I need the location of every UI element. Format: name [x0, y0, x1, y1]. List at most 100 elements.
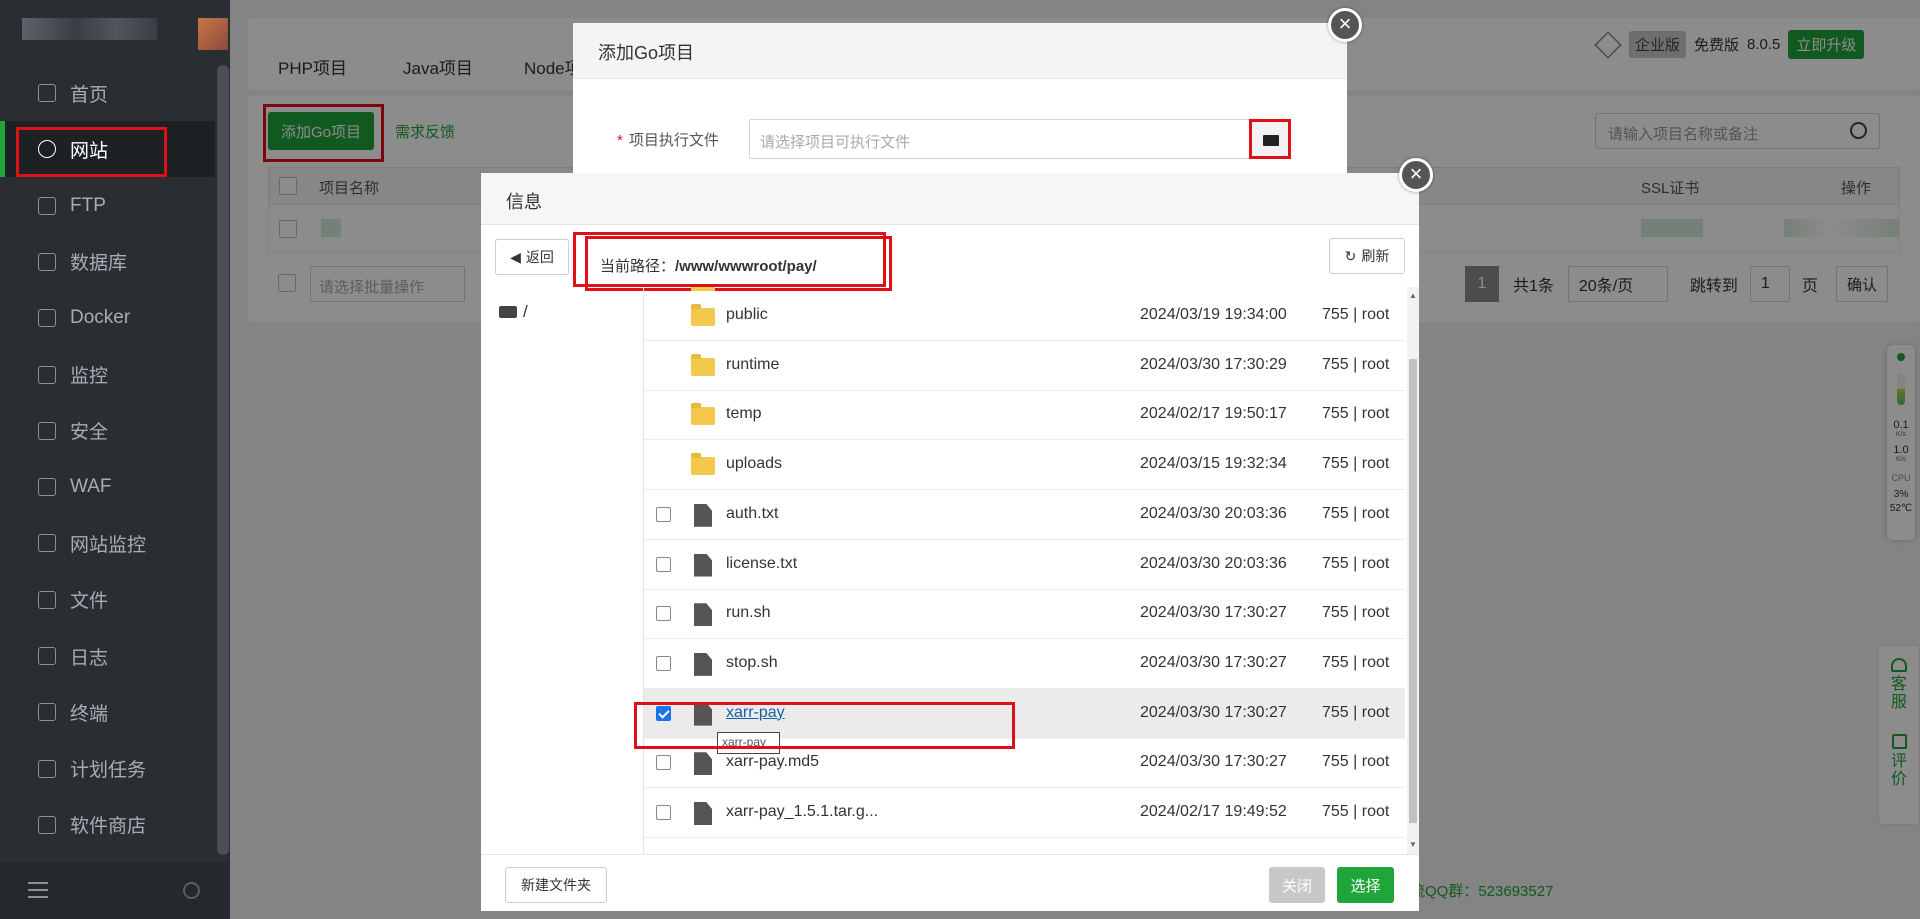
- sidebar-item-label: 网站监控: [70, 534, 147, 556]
- refresh-button[interactable]: ↻ 刷新: [1329, 238, 1405, 274]
- file-row[interactable]: temp 2024/02/17 19:50:17 755 | root: [644, 390, 1405, 441]
- terminal-icon: [38, 703, 56, 722]
- exec-file-placeholder: 请选择项目可执行文件: [760, 134, 911, 151]
- log-icon: [38, 647, 56, 665]
- highlight-selected-file: [634, 702, 1015, 749]
- browse-folder-button[interactable]: [1249, 119, 1291, 159]
- sidebar-item[interactable]: 数据库: [0, 234, 215, 290]
- folder-icon: [691, 403, 715, 426]
- file-row[interactable]: uploads 2024/03/15 19:32:34 755 | root: [644, 440, 1405, 491]
- close-add-dialog-icon[interactable]: ×: [1328, 8, 1362, 42]
- docker-icon: [38, 309, 56, 328]
- back-arrow-icon: ◀: [510, 248, 521, 265]
- file-list-scrollbar[interactable]: ▲ ▼: [1407, 287, 1419, 854]
- drive-icon: [499, 306, 517, 318]
- folder-icon: [38, 590, 56, 609]
- sidebar-item[interactable]: 软件商店: [0, 797, 215, 853]
- refresh-icon: ↻: [1344, 247, 1357, 264]
- file-date: 2024/02/17 19:49:52: [1140, 803, 1287, 820]
- sidebar-item-label: 日志: [70, 647, 109, 669]
- file-row[interactable]: runtime 2024/03/30 17:30:29 755 | root: [644, 341, 1405, 391]
- sidebar-item[interactable]: WAF: [0, 459, 215, 515]
- exec-file-input[interactable]: 请选择项目可执行文件: [749, 119, 1279, 159]
- scroll-down-icon[interactable]: ▼: [1409, 840, 1417, 849]
- logo: [0, 0, 230, 62]
- sidebar-item[interactable]: 安全: [0, 403, 215, 459]
- sidebar-item[interactable]: Docker: [0, 290, 215, 346]
- file-date: 2024/02/17 19:50:17: [1140, 405, 1287, 423]
- file-name[interactable]: xarr-pay_1.5.1.tar.g...: [726, 803, 878, 821]
- dialog-title: 信息: [481, 173, 1419, 225]
- file-checkbox[interactable]: [656, 556, 671, 572]
- file-row[interactable]: run.sh 2024/03/30 17:30:27 755 | root: [644, 589, 1405, 640]
- file-icon: [694, 553, 712, 577]
- file-name[interactable]: run.sh: [726, 604, 770, 622]
- file-row[interactable]: auth.txt 2024/03/30 20:03:36 755 | root: [644, 490, 1405, 540]
- sidebar-item[interactable]: 首页: [0, 65, 215, 121]
- folder-icon: [691, 453, 715, 476]
- back-button[interactable]: ◀ 返回: [495, 239, 569, 275]
- file-checkbox[interactable]: [656, 755, 671, 771]
- file-checkbox[interactable]: [656, 655, 671, 671]
- file-permission: 755 | root: [1322, 355, 1390, 373]
- close-info-dialog-icon[interactable]: ×: [1399, 158, 1433, 192]
- file-name[interactable]: license.txt: [726, 555, 797, 573]
- file-row[interactable]: stop.sh 2024/03/30 17:30:27 755 | root: [644, 639, 1405, 689]
- sidebar-item-label: 终端: [70, 703, 109, 725]
- sidebar-item[interactable]: 监控: [0, 347, 215, 403]
- file-row[interactable]: license.txt 2024/03/30 20:03:36 755 | root: [644, 540, 1405, 590]
- sidebar-item[interactable]: 日志: [0, 628, 215, 684]
- file-name[interactable]: auth.txt: [726, 505, 778, 523]
- scroll-thumb[interactable]: [1409, 359, 1417, 823]
- collapse-menu-icon[interactable]: [28, 882, 48, 898]
- folder-open-icon: [1263, 135, 1279, 146]
- select-button[interactable]: 选择: [1337, 867, 1394, 903]
- highlight-website: [16, 127, 167, 177]
- sidebar-item[interactable]: 文件: [0, 572, 215, 628]
- sidebar-item[interactable]: 计划任务: [0, 741, 215, 797]
- file-date: 2024/03/15 19:32:34: [1140, 455, 1287, 473]
- tree-root[interactable]: /: [499, 302, 528, 322]
- file-name[interactable]: uploads: [726, 455, 782, 473]
- folder-icon: [691, 304, 715, 326]
- file-name[interactable]: public: [726, 306, 768, 324]
- new-folder-button[interactable]: 新建文件夹: [505, 867, 607, 903]
- file-name[interactable]: xarr-pay.md5: [726, 753, 819, 771]
- file-permission: 755 | root: [1322, 604, 1390, 622]
- close-button[interactable]: 关闭: [1269, 867, 1325, 903]
- database-icon: [38, 252, 56, 271]
- shield-icon: [38, 421, 56, 440]
- file-list: public 2024/03/19 19:34:00 755 | root runti…: [644, 287, 1405, 854]
- sidebar-item[interactable]: FTP: [0, 178, 215, 234]
- sidebar-item-label: 监控: [70, 366, 109, 387]
- file-checkbox[interactable]: [656, 805, 671, 820]
- file-row[interactable]: public 2024/03/19 19:34:00 755 | root: [644, 291, 1405, 341]
- file-date: 2024/03/30 17:30:27: [1140, 604, 1287, 622]
- apps-icon: [38, 815, 56, 834]
- file-icon: [694, 652, 712, 676]
- file-icon: [694, 503, 712, 527]
- waf-icon: [38, 478, 56, 497]
- dialog-footer: 新建文件夹 关闭 选择: [481, 854, 1419, 911]
- file-name[interactable]: runtime: [726, 356, 779, 374]
- home-icon: [38, 84, 56, 102]
- file-permission: 755 | root: [1322, 803, 1390, 820]
- sidebar-item[interactable]: 网站监控: [0, 515, 215, 571]
- gear-icon[interactable]: [183, 882, 200, 899]
- file-name[interactable]: temp: [726, 405, 762, 423]
- file-row[interactable]: xarr-pay_1.5.1.tar.g... 2024/02/17 19:49:…: [644, 788, 1405, 838]
- file-permission: 755 | root: [1322, 405, 1390, 423]
- monitor-icon: [38, 365, 56, 384]
- sidebar-item[interactable]: 终端: [0, 684, 215, 740]
- file-checkbox[interactable]: [656, 606, 671, 622]
- back-label: 返回: [525, 249, 554, 265]
- file-icon: [694, 603, 712, 627]
- dialog-title: 添加Go项目: [573, 23, 1347, 79]
- sidebar-item-label: 软件商店: [70, 816, 147, 838]
- logo-blurred-avatar: [198, 18, 228, 50]
- logo-blurred-text: [22, 18, 157, 40]
- sidebar-scrollbar[interactable]: [217, 65, 229, 855]
- file-checkbox[interactable]: [656, 506, 671, 522]
- file-name[interactable]: stop.sh: [726, 654, 778, 672]
- scroll-up-icon[interactable]: ▲: [1409, 291, 1417, 300]
